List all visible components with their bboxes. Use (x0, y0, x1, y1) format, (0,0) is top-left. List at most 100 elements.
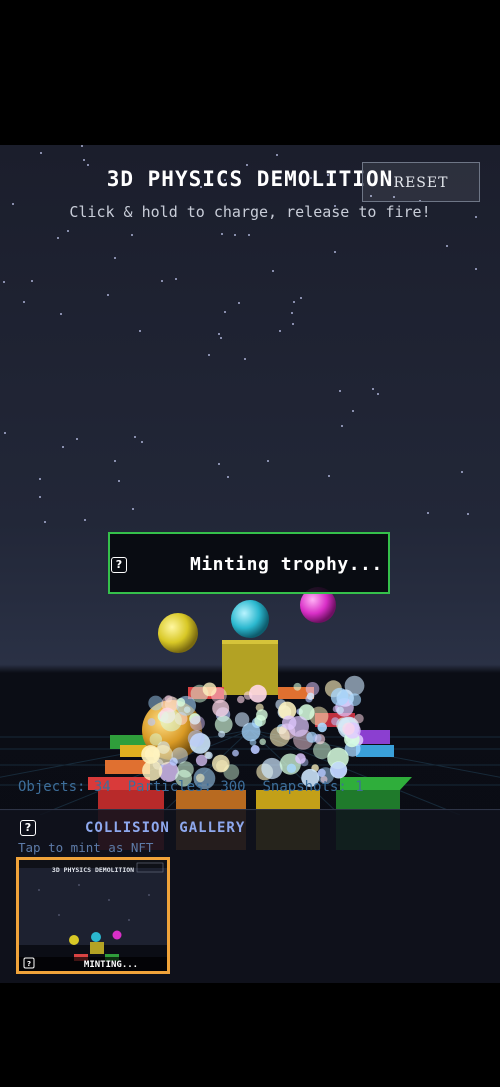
star (227, 476, 229, 478)
particle (342, 722, 355, 735)
star (334, 251, 336, 253)
star (248, 234, 250, 236)
particle (142, 760, 163, 781)
particle (293, 682, 302, 691)
objects-count: 34 (93, 779, 111, 795)
particle (354, 713, 364, 724)
particle (317, 722, 328, 733)
svg-text:MINTING...: MINTING... (84, 960, 138, 970)
star (461, 471, 463, 473)
particle (259, 738, 267, 746)
particle (149, 733, 162, 746)
star (81, 145, 83, 147)
star (224, 311, 226, 313)
minting-status-banner: ? Minting trophy... (108, 532, 390, 594)
star (221, 233, 223, 235)
star (467, 513, 469, 515)
particle (250, 745, 260, 754)
star (44, 521, 46, 523)
particle (202, 682, 217, 697)
star (39, 478, 41, 480)
star (141, 441, 143, 443)
star (446, 245, 448, 247)
particle (249, 739, 257, 746)
particle (189, 715, 205, 731)
particle (295, 753, 306, 764)
yellow-ball (158, 613, 198, 653)
star (114, 257, 116, 259)
star (3, 281, 5, 283)
star (40, 152, 42, 154)
particle (317, 768, 326, 777)
particle (205, 751, 213, 760)
instructions-text: Click & hold to charge, release to fire! (69, 203, 431, 221)
star (246, 164, 248, 166)
particle (214, 715, 233, 734)
minting-status-text: Minting trophy... (190, 554, 383, 575)
block (356, 745, 394, 757)
gallery-subtitle: Tap to mint as NFT (18, 840, 154, 855)
star (272, 270, 274, 272)
particle (234, 712, 250, 727)
particle (218, 730, 226, 738)
tower-block (222, 640, 278, 695)
star (67, 230, 69, 232)
star (31, 280, 33, 282)
star (293, 301, 295, 303)
particle (237, 695, 245, 704)
particles-count: 300 (220, 779, 246, 795)
particle (212, 754, 230, 773)
star (23, 301, 25, 303)
star (134, 436, 136, 438)
particle (232, 749, 239, 757)
star (244, 358, 246, 360)
particle (187, 730, 205, 747)
particle (147, 718, 156, 726)
snapshot-preview: 3D PHYSICS DEMOLITION ? MINTING... (19, 860, 167, 971)
cyan-ball (231, 600, 269, 638)
particle (212, 699, 230, 717)
star (300, 297, 302, 299)
star (60, 313, 62, 315)
particle (161, 695, 178, 713)
star (377, 393, 379, 395)
gallery-title: COLLISION GALLERY (85, 820, 246, 836)
star (118, 480, 120, 482)
star (234, 234, 236, 236)
particle (269, 726, 290, 747)
star (276, 154, 278, 156)
particle (148, 695, 164, 711)
star (83, 159, 85, 161)
gallery-snapshot-thumbnail[interactable]: 3D PHYSICS DEMOLITION ? MINTING... (16, 857, 170, 974)
star (76, 438, 78, 440)
svg-text:?: ? (27, 960, 31, 968)
star (208, 354, 210, 356)
stats-readout: Objects: 34 Particles: 300 Snapshots: 1 (18, 779, 364, 795)
star (341, 425, 343, 427)
star (279, 330, 281, 332)
star (87, 164, 89, 166)
particle (254, 714, 266, 727)
star (4, 432, 6, 434)
star (132, 508, 134, 510)
star (218, 333, 220, 335)
star (84, 519, 86, 521)
particle (286, 763, 297, 773)
star (427, 512, 429, 514)
star (339, 390, 341, 392)
particle (331, 717, 340, 726)
star (238, 302, 240, 304)
game-canvas[interactable]: 3D PHYSICS DEMOLITION Click & hold to ch… (0, 145, 500, 983)
star (292, 323, 294, 325)
particle (330, 687, 349, 706)
star (175, 278, 177, 280)
collision-gallery: ? COLLISION GALLERY Tap to mint as NFT 3… (0, 809, 500, 983)
question-icon[interactable]: ? (20, 820, 36, 836)
star (57, 237, 59, 239)
reset-button[interactable]: RESET (362, 162, 480, 202)
star (131, 234, 133, 236)
star (62, 446, 64, 448)
star (291, 312, 293, 314)
particle (243, 691, 253, 700)
snapshots-count: 1 (355, 779, 364, 795)
